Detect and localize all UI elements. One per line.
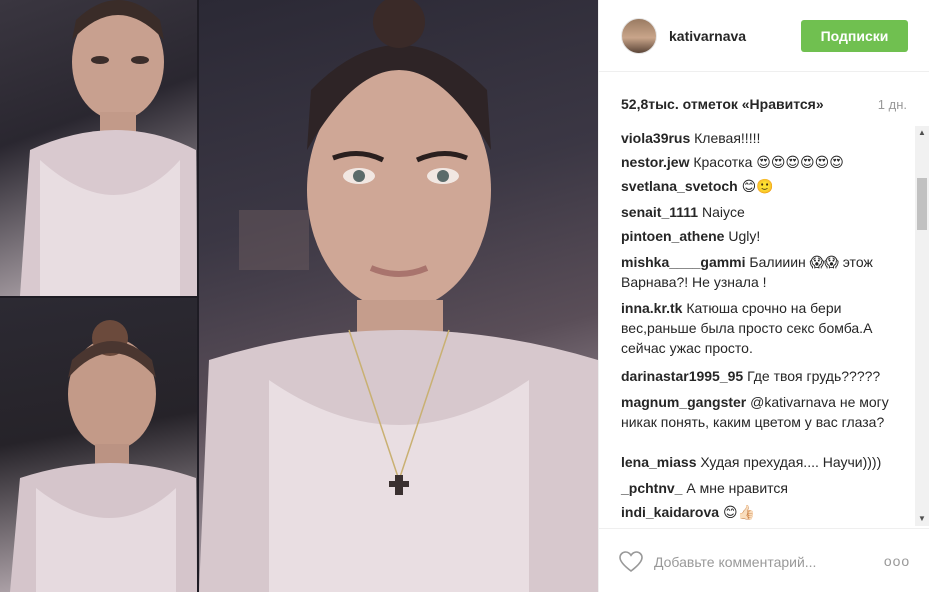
scroll-up-arrow-icon[interactable]: ▲ [915,126,929,140]
heart-outline-icon[interactable] [619,551,643,573]
comment-item: inna.kr.tk Катюша срочно на бери вес,ран… [621,298,901,358]
follow-button[interactable]: Подписки [801,20,908,52]
comment-item: senait_1111 Naiyce [621,202,901,222]
photo-tile-bottom-left [0,298,197,592]
comment-item: _pchtnv_ А мне нравится [621,478,901,498]
comment-item: mishka____gammi Балииин 😱😱 этож Варнава?… [621,252,901,292]
post-sidebar: kativarnava Подписки 52,8тыс. отметок «Н… [598,0,929,592]
post-footer: ooo [599,528,929,592]
comment-text: Худая прехудая.... Научи)))) [700,454,882,470]
scroll-down-arrow-icon[interactable]: ▼ [915,512,929,526]
comment-author[interactable]: senait_1111 [621,204,698,220]
comment-text: 😊🙂 [741,178,774,194]
comment-item: viola39rus Клевая!!!!! [621,128,901,148]
comment-text: Naiyce [701,204,745,220]
comment-author[interactable]: viola39rus [621,130,690,146]
comment-text: А мне нравится [686,480,789,496]
scroll-thumb[interactable] [917,178,927,230]
comment-item: pintoen_athene Ugly! [621,226,901,246]
comment-item: lena_miass Худая прехудая.... Научи)))) [621,452,901,472]
comment-text: Красотка 😍😍😍😍😍😍 [693,154,844,170]
comment-author[interactable]: svetlana_svetoch [621,178,738,194]
comment-author[interactable]: inna.kr.tk [621,300,682,316]
username-link[interactable]: kativarnava [669,28,746,44]
post-photo[interactable] [0,0,598,592]
comment-author[interactable]: pintoen_athene [621,228,724,244]
comment-author[interactable]: darinastar1995_95 [621,368,743,384]
comment-author[interactable]: _pchtnv_ [621,480,682,496]
comment-item: svetlana_svetoch 😊🙂 [621,176,901,196]
likes-count[interactable]: 52,8тыс. отметок «Нравится» [621,96,824,112]
avatar[interactable] [621,18,657,54]
comment-author[interactable]: lena_miass [621,454,697,470]
comment-author[interactable]: mishka____gammi [621,254,746,270]
comment-author[interactable]: magnum_gangster [621,394,746,410]
more-options-icon[interactable]: ooo [882,551,912,571]
comment-item: nestor.jew Красотка 😍😍😍😍😍😍 [621,152,901,172]
post-header: kativarnava Подписки [599,0,929,72]
comment-text: 😊👍🏻 [722,504,755,520]
comment-text: Ugly! [728,228,761,244]
photo-tile-top-left [0,0,197,296]
comment-author[interactable]: indi_kaidarova [621,504,719,520]
comment-text: Где твоя грудь????? [747,368,881,384]
comment-item: magnum_gangster @kativarnava не могу ник… [621,392,901,432]
comments-list: viola39rus Клевая!!!!! nestor.jew Красот… [599,122,915,528]
comment-input[interactable] [654,551,874,573]
comment-author[interactable]: nestor.jew [621,154,689,170]
post-time[interactable]: 1 дн. [878,97,907,112]
comments-scrollbar[interactable]: ▲ ▼ [915,126,929,526]
photo-tile-main [199,0,598,592]
comment-item: indi_kaidarova 😊👍🏻 [621,502,901,522]
comment-item: darinastar1995_95 Где твоя грудь????? [621,366,901,386]
comment-text: Клевая!!!!! [694,130,761,146]
